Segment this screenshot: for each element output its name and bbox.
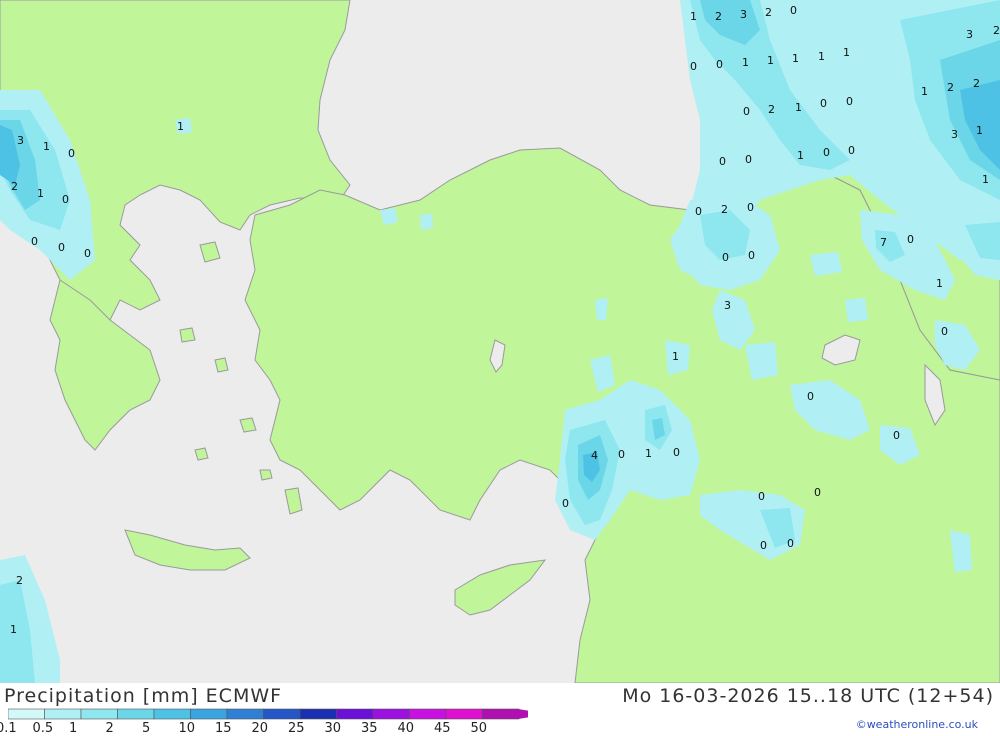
precip-value-label: 1 bbox=[177, 120, 184, 133]
precip-value-label: 2 bbox=[768, 103, 775, 116]
precip-value-label: 1 bbox=[792, 52, 799, 65]
legend-swatch bbox=[336, 708, 374, 720]
legend-value: 20 bbox=[251, 721, 269, 736]
precip-value-label: 0 bbox=[848, 144, 855, 157]
legend-value: 10 bbox=[178, 721, 196, 736]
legend-swatch bbox=[299, 708, 337, 720]
precip-value-label: 0 bbox=[748, 249, 755, 262]
precip-value-label: 1 bbox=[921, 85, 928, 98]
precip-value-label: 1 bbox=[37, 187, 44, 200]
precip-value-label: 0 bbox=[758, 490, 765, 503]
precip-value-label: 0 bbox=[695, 205, 702, 218]
precip-value-label: 0 bbox=[58, 241, 65, 254]
precip-value-label: 0 bbox=[747, 201, 754, 214]
precip-value-label: 0 bbox=[760, 539, 767, 552]
legend-swatch bbox=[117, 708, 155, 720]
credit-link[interactable]: ©weatheronline.co.uk bbox=[856, 718, 978, 731]
precip-value-label: 0 bbox=[719, 155, 726, 168]
legend-swatch bbox=[8, 708, 45, 720]
precip-value-label: 0 bbox=[823, 146, 830, 159]
precip-value-label: 0 bbox=[907, 233, 914, 246]
precip-value-label: 0 bbox=[562, 497, 569, 510]
precip-value-label: 0 bbox=[722, 251, 729, 264]
precip-value-label: 1 bbox=[976, 124, 983, 137]
legend-arrow bbox=[518, 709, 528, 719]
precip-value-label: 2 bbox=[765, 6, 772, 19]
precip-value-label: 1 bbox=[742, 56, 749, 69]
precip-value-label: 1 bbox=[43, 140, 50, 153]
precip-value-label: 0 bbox=[31, 235, 38, 248]
legend-value: 30 bbox=[324, 721, 342, 736]
legend-swatch bbox=[80, 708, 118, 720]
precip-value-label: 0 bbox=[745, 153, 752, 166]
precip-value-label: 2 bbox=[973, 77, 980, 90]
precip-value-label: 3 bbox=[740, 8, 747, 21]
precipitation-map: 1 2 3 2 0 0 0 1 1 1 1 1 0 2 1 0 0 0 0 1 0 0 0 2 0 0 0 3 1 7 0 1 0 0 0 4 0 1 0 0… bbox=[0, 0, 1000, 683]
precip-value-label: 0 bbox=[62, 193, 69, 206]
legend-value: 25 bbox=[288, 721, 305, 736]
precip-value-label: 2 bbox=[993, 24, 1000, 37]
legend-swatch bbox=[445, 708, 483, 720]
precip-value-label: 0 bbox=[84, 247, 91, 260]
precip-value-label: 1 bbox=[767, 54, 774, 67]
precip-value-label: 0 bbox=[814, 486, 821, 499]
legend-swatch bbox=[226, 708, 264, 720]
legend-value: 45 bbox=[434, 721, 451, 736]
precip-value-label: 0 bbox=[716, 58, 723, 71]
forecast-datetime: Mo 16-03-2026 15..18 UTC (12+54) bbox=[622, 685, 994, 707]
precip-value-label: 7 bbox=[880, 236, 887, 249]
legend-value: 40 bbox=[397, 721, 415, 736]
precip-value-label: 0 bbox=[790, 4, 797, 17]
precip-value-label: 2 bbox=[11, 180, 18, 193]
precip-value-label: 2 bbox=[947, 81, 954, 94]
legend-swatch bbox=[409, 708, 447, 720]
precip-value-label: 3 bbox=[951, 128, 958, 141]
precip-value-label: 0 bbox=[68, 147, 75, 160]
precip-value-label: 0 bbox=[846, 95, 853, 108]
precip-value-label: 3 bbox=[966, 28, 973, 41]
legend-value: 15 bbox=[215, 721, 232, 736]
precip-value-label: 0 bbox=[673, 446, 680, 459]
precip-value-label: 1 bbox=[843, 46, 850, 59]
precip-value-label: 3 bbox=[17, 134, 24, 147]
precip-value-label: 2 bbox=[721, 203, 728, 216]
precip-value-label: 0 bbox=[743, 105, 750, 118]
precip-value-label: 0 bbox=[807, 390, 814, 403]
legend-value: 5 bbox=[142, 721, 151, 736]
precip-value-label: 1 bbox=[645, 447, 652, 460]
legend-value: 2 bbox=[105, 721, 114, 736]
legend-value: 0.5 bbox=[32, 721, 54, 736]
precip-value-label: 1 bbox=[982, 173, 989, 186]
legend-swatch bbox=[263, 708, 301, 720]
precip-value-label: 1 bbox=[672, 350, 679, 363]
map-title: Precipitation [mm] ECMWF bbox=[4, 685, 283, 707]
precip-value-label: 1 bbox=[690, 10, 697, 23]
precip-value-label: 1 bbox=[936, 277, 943, 290]
legend-swatch bbox=[482, 708, 520, 720]
precip-value-label: 1 bbox=[795, 101, 802, 114]
precip-value-label: 0 bbox=[787, 537, 794, 550]
legend-value: 50 bbox=[470, 721, 488, 736]
legend-value: 1 bbox=[69, 721, 78, 736]
precip-value-label: 1 bbox=[797, 149, 804, 162]
legend-swatch bbox=[372, 708, 410, 720]
precip-value-label: 2 bbox=[16, 574, 23, 587]
footer: Precipitation [mm] ECMWF Mo 16-03-2026 1… bbox=[0, 683, 1000, 736]
precip-value-label: 2 bbox=[715, 10, 722, 23]
precip-value-label: 0 bbox=[618, 448, 625, 461]
legend-value: 0.1 bbox=[0, 721, 17, 736]
precip-value-label: 3 bbox=[724, 299, 731, 312]
color-legend bbox=[8, 708, 528, 720]
precip-value-label: 0 bbox=[893, 429, 900, 442]
precip-value-label: 0 bbox=[820, 97, 827, 110]
legend-value: 35 bbox=[361, 721, 378, 736]
precip-value-label: 0 bbox=[941, 325, 948, 338]
precip-value-label: 1 bbox=[10, 623, 17, 636]
legend-swatch bbox=[153, 708, 191, 720]
precip-value-label: 4 bbox=[591, 449, 598, 462]
precip-value-label: 0 bbox=[690, 60, 697, 73]
legend-swatch bbox=[44, 708, 82, 720]
precip-value-label: 1 bbox=[818, 50, 825, 63]
legend-swatch bbox=[190, 708, 228, 720]
